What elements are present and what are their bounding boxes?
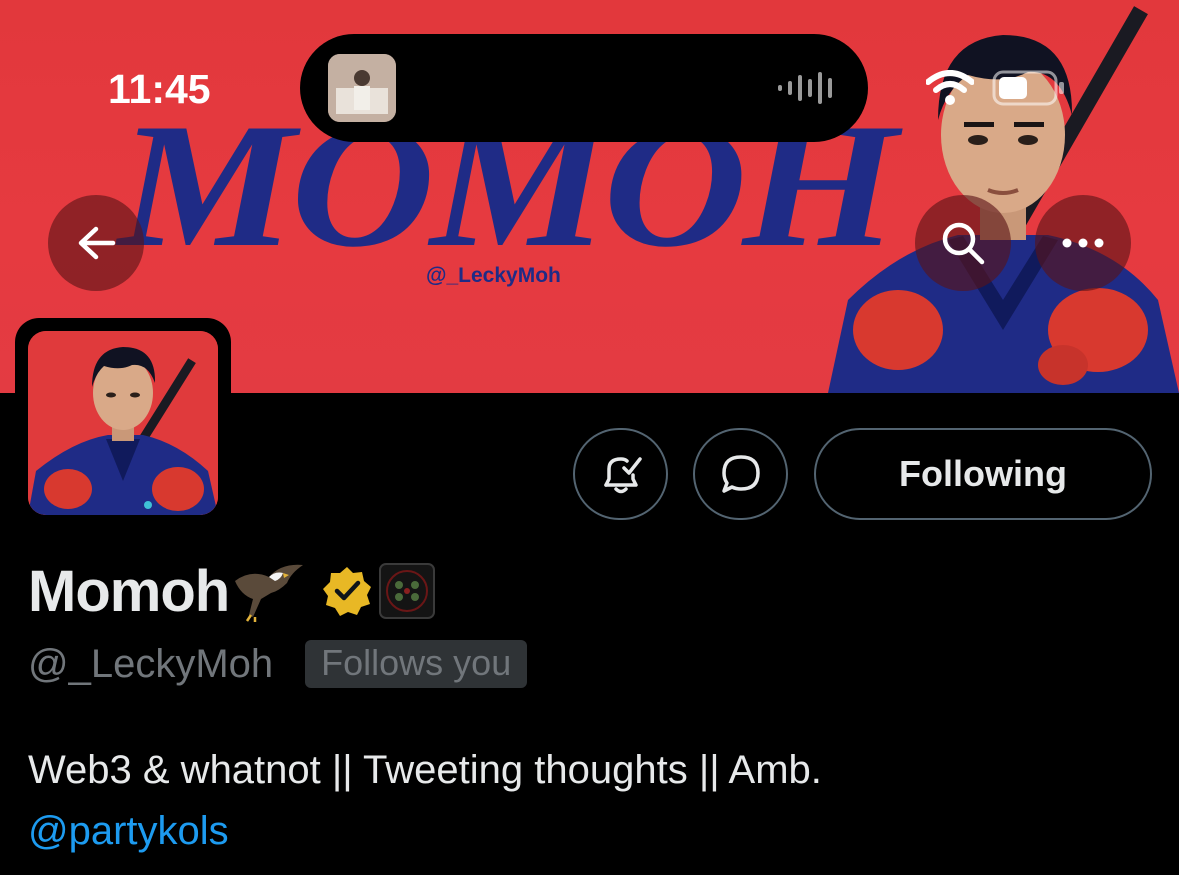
message-bubble-icon bbox=[721, 455, 760, 493]
audio-waveform-icon bbox=[778, 72, 832, 104]
avatar[interactable] bbox=[28, 331, 218, 515]
wifi-icon bbox=[926, 70, 974, 105]
more-button[interactable] bbox=[1035, 195, 1131, 291]
bell-check-icon bbox=[603, 457, 642, 494]
display-name: Momoh bbox=[28, 558, 230, 624]
following-label: Following bbox=[899, 453, 1067, 494]
more-horizontal-icon bbox=[1062, 238, 1104, 248]
eagle-emoji bbox=[235, 564, 304, 622]
following-button[interactable]: Following bbox=[814, 428, 1152, 520]
profile-bio: Web3 & whatnot || Tweeting thoughts || A… bbox=[28, 740, 822, 862]
affiliate-badge-icon bbox=[379, 563, 436, 619]
dynamic-island[interactable] bbox=[300, 34, 868, 142]
search-button[interactable] bbox=[915, 195, 1011, 291]
status-time: 11:45 bbox=[108, 66, 211, 112]
message-button[interactable] bbox=[693, 428, 788, 520]
profile-name-row: Momoh bbox=[28, 556, 436, 626]
battery-icon bbox=[992, 70, 1064, 106]
verified-gold-badge-icon bbox=[323, 567, 372, 616]
notifications-button[interactable] bbox=[573, 428, 668, 520]
now-playing-thumbnail[interactable] bbox=[328, 54, 396, 122]
profile-handle: @_LeckyMoh bbox=[28, 641, 274, 686]
bio-mention-link[interactable]: @partykols bbox=[28, 801, 822, 862]
follows-you-badge: Follows you bbox=[305, 640, 528, 688]
banner-figure-illustration bbox=[828, 6, 1179, 393]
profile-handle-row: @_LeckyMoh Follows you bbox=[28, 640, 528, 688]
back-button[interactable] bbox=[48, 195, 144, 291]
profile-avatar-frame[interactable] bbox=[15, 318, 231, 528]
arrow-left-icon bbox=[78, 226, 116, 260]
bio-text: Web3 & whatnot || Tweeting thoughts || A… bbox=[28, 748, 822, 792]
search-icon bbox=[942, 222, 985, 265]
banner-handle: @_LeckyMoh bbox=[426, 264, 561, 287]
